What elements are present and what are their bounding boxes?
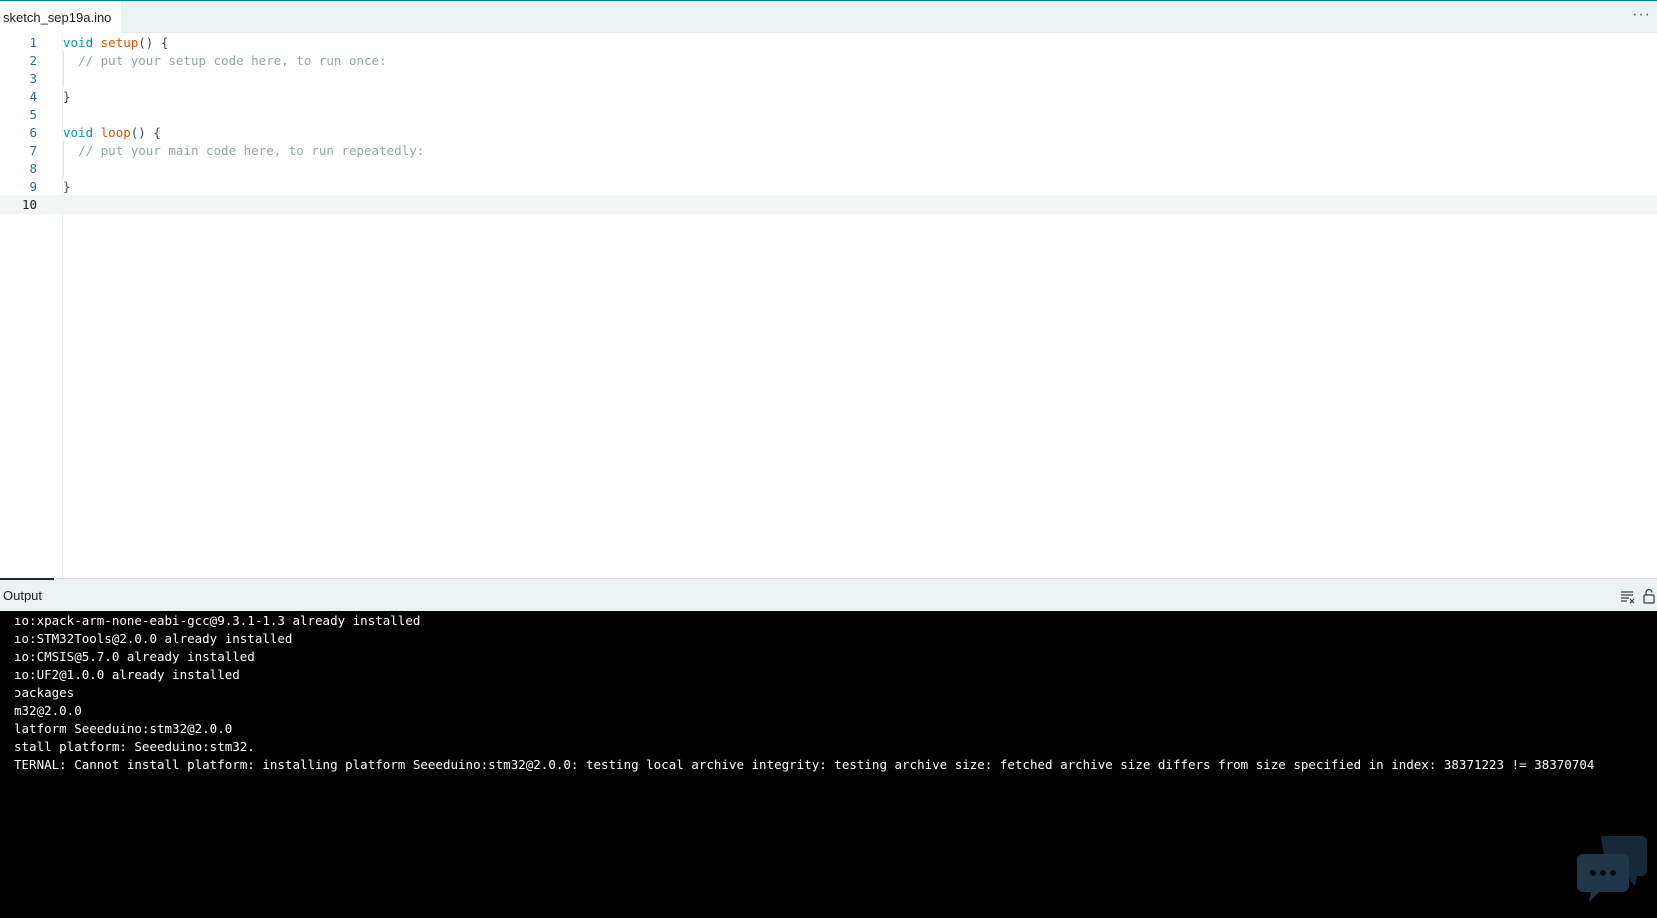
code-token: }: [63, 179, 71, 194]
line-number: 7: [29, 143, 37, 158]
code-token: void: [63, 35, 94, 50]
code-token: setup: [100, 35, 139, 50]
indent-guide: [63, 141, 64, 177]
output-line: ıo:xpack-arm-none-eabi-gcc@9.3.1-1.3 alr…: [14, 613, 421, 628]
code-text: }: [63, 87, 71, 106]
output-line: m32@2.0.0: [14, 703, 82, 718]
code-text: void loop() {: [63, 123, 161, 142]
code-text: void setup() {: [63, 33, 168, 52]
code-text: }: [63, 177, 71, 196]
line-number: 4: [29, 89, 37, 104]
code-token: void: [63, 125, 94, 140]
output-line: ɔackages: [14, 685, 75, 700]
code-token: loop: [100, 125, 131, 140]
code-line[interactable]: 2 // put your setup code here, to run on…: [0, 51, 1657, 70]
line-number: 9: [29, 179, 37, 194]
code-line[interactable]: 6 void loop() {: [0, 123, 1657, 142]
code-token: }: [63, 89, 71, 104]
tab-filename: sketch_sep19a.ino: [3, 9, 112, 25]
line-number: 3: [29, 71, 37, 86]
output-line: ıo:UF2@1.0.0 already installed: [14, 667, 240, 682]
tab-sketch[interactable]: sketch_sep19a.ino: [0, 1, 121, 33]
code-token: // put your setup code here, to run once…: [78, 53, 387, 68]
code-editor[interactable]: 1 void setup() {2 // put your setup code …: [0, 33, 1657, 578]
output-console[interactable]: ıo:xpack-arm-none-eabi-gcc@9.3.1-1.3 alr…: [0, 611, 1657, 918]
code-line[interactable]: 7 // put your main code here, to run rep…: [0, 141, 1657, 160]
output-line: ıo:STM32Tools@2.0.0 already installed: [14, 631, 293, 646]
output-panel-header: Output: [0, 578, 1657, 611]
code-text: // put your main code here, to run repea…: [63, 141, 424, 160]
code-line[interactable]: 5: [0, 105, 1657, 124]
scroll-lock-icon[interactable]: [1641, 588, 1657, 604]
code-token: () {: [138, 35, 169, 50]
code-line[interactable]: 4}: [0, 87, 1657, 106]
output-line: TERNAL: Cannot install platform: install…: [14, 757, 1595, 772]
line-number: 8: [29, 161, 37, 176]
line-number: 10: [21, 197, 37, 212]
code-token: // put your main code here, to run repea…: [78, 143, 425, 158]
chat-bubble-watermark-icon: [1577, 836, 1647, 902]
output-line: stall platform: Seeeduino:stm32.: [14, 739, 255, 754]
code-text: // put your setup code here, to run once…: [63, 51, 387, 70]
output-line: latform Seeeduino:stm32@2.0.0: [14, 721, 233, 736]
line-number: 5: [29, 107, 37, 122]
code-line[interactable]: 10: [0, 195, 1657, 214]
editor-tab-bar: sketch_sep19a.ino ···: [0, 1, 1657, 33]
output-line: ıo:CMSIS@5.7.0 already installed: [14, 649, 255, 664]
code-line[interactable]: 9}: [0, 177, 1657, 196]
line-number: 2: [29, 53, 37, 68]
code-token: () {: [130, 125, 161, 140]
more-dots-icon[interactable]: ···: [1632, 7, 1651, 23]
output-title: Output: [3, 588, 43, 603]
line-number: 1: [29, 35, 37, 50]
code-line[interactable]: 1 void setup() {: [0, 33, 1657, 52]
clear-output-icon[interactable]: [1619, 588, 1635, 604]
indent-guide: [63, 51, 64, 87]
tab-output[interactable]: Output: [0, 578, 54, 611]
line-number: 6: [29, 125, 37, 140]
code-line[interactable]: 3: [0, 69, 1657, 88]
code-line[interactable]: 8: [0, 159, 1657, 178]
